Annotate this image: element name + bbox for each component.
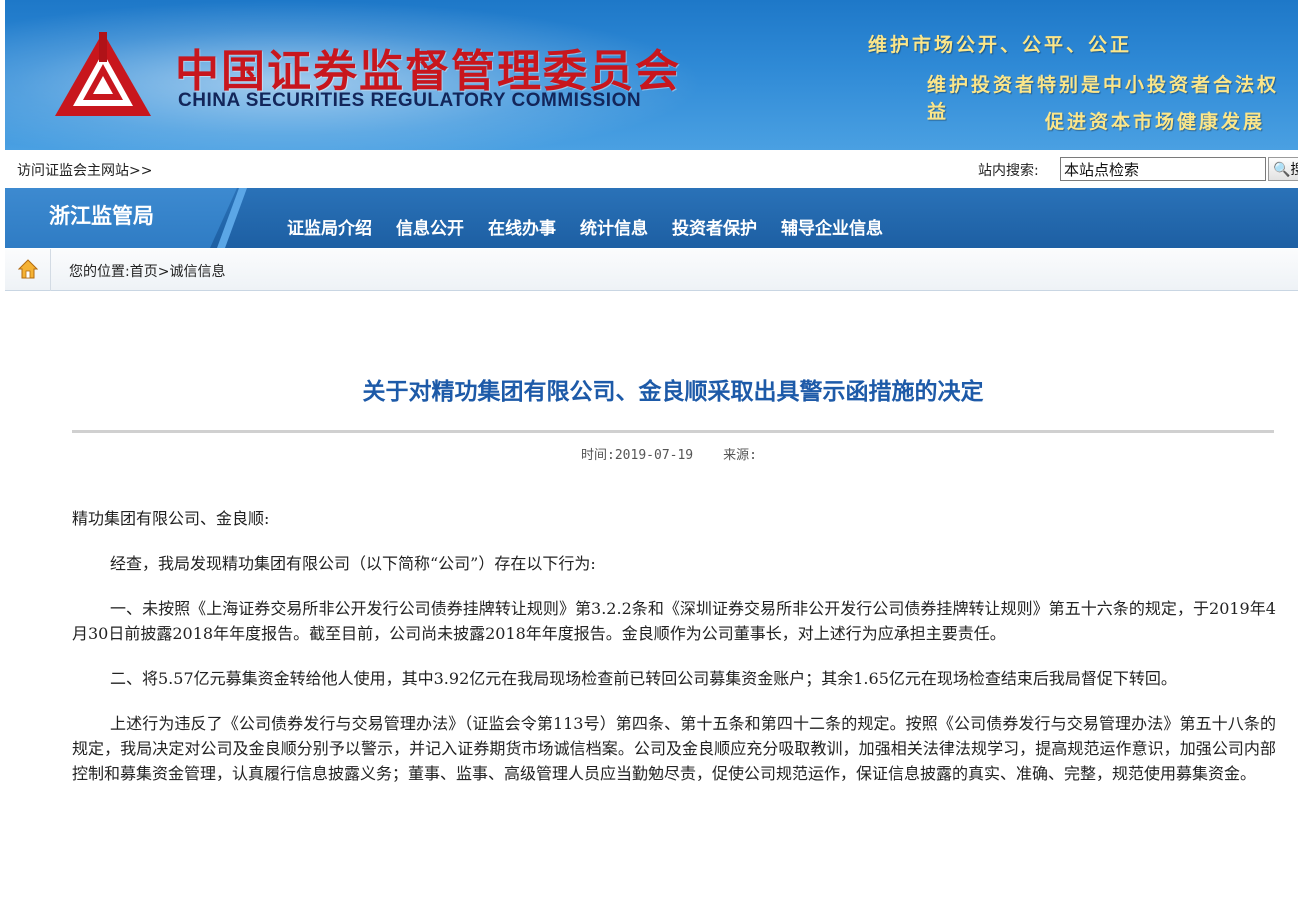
nav-item-intro[interactable]: 证监局介绍 [287,214,372,239]
body-paragraph: 二、将5.57亿元募集资金转给他人使用，其中3.92亿元在我局现场检查前已转回公… [110,669,1177,688]
site-banner: 中国证券监督管理委员会 CHINA SECURITIES REGULATORY … [5,0,1298,150]
article-body: 精功集团有限公司、金良顺: 经查，我局发现精功集团有限公司（以下简称“公司”）存… [72,506,1276,806]
search-button[interactable]: 🔍搜 [1268,157,1298,181]
org-name-en: CHINA SECURITIES REGULATORY COMMISSION [178,90,642,111]
breadcrumb-home-link[interactable]: 首页 [130,264,158,280]
home-button[interactable] [5,249,51,291]
top-utility-row: 访问证监会主网站>> 站内搜索: 🔍搜 [0,152,1298,186]
title-divider [72,430,1274,433]
home-icon [18,259,38,279]
breadcrumb-prefix: 您的位置: [69,264,130,280]
motto-line: 促进资本市场健康发展 [1045,111,1266,133]
breadcrumb-trail: 您的位置:首页>诚信信息 [69,261,225,281]
salutation: 精功集团有限公司、金良顺: [72,509,270,528]
source-label: 来源: [723,448,757,463]
visit-main-site-link[interactable]: 访问证监会主网站>> [17,160,152,180]
time-label: 时间: [581,448,615,463]
site-search-input[interactable] [1060,157,1266,181]
csrc-logo-icon [55,32,151,116]
body-paragraph: 经查，我局发现精功集团有限公司（以下简称“公司”）存在以下行为: [110,554,596,573]
search-label: 站内搜索: [978,163,1039,179]
body-paragraph: 上述行为违反了《公司债券发行与交易管理办法》（证监会令第113号）第四条、第十五… [72,714,1276,783]
nav-menu: 证监局介绍 信息公开 在线办事 统计信息 投资者保护 辅导企业信息 [275,214,895,239]
breadcrumb: 您的位置:首页>诚信信息 [5,249,1298,291]
article-meta: 时间:2019-07-19 来源: [0,444,1298,463]
body-paragraph: 一、未按照《上海证券交易所非公开发行公司债券挂牌转让规则》第3.2.2条和《深圳… [72,599,1276,643]
nav-item-counseling[interactable]: 辅导企业信息 [781,214,883,239]
breadcrumb-separator: > [157,264,170,280]
article-title: 关于对精功集团有限公司、金良顺采取出具警示函措施的决定 [362,379,984,405]
breadcrumb-current[interactable]: 诚信信息 [169,264,225,280]
publish-date: 2019-07-19 [614,448,694,463]
main-nav: 浙江监管局 证监局介绍 信息公开 在线办事 统计信息 投资者保护 辅导企业信息 [5,188,1298,248]
nav-item-statistics[interactable]: 统计信息 [580,214,648,239]
nav-item-investor-protection[interactable]: 投资者保护 [672,214,757,239]
motto-line: 维护市场公开、公平、公正 [868,34,1133,56]
bureau-name[interactable]: 浙江监管局 [49,200,154,230]
nav-item-online-service[interactable]: 在线办事 [488,214,556,239]
nav-item-disclosure[interactable]: 信息公开 [396,214,464,239]
